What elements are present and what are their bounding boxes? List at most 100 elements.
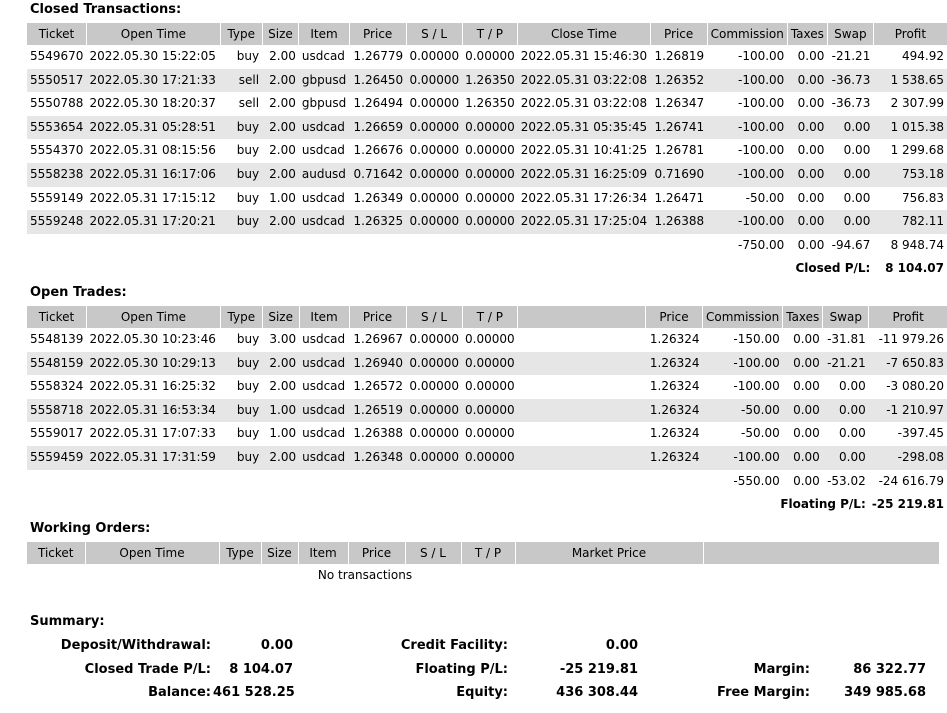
- table-cell: audusd: [298, 162, 350, 187]
- table-cell: 1.26741: [650, 115, 708, 140]
- column-header: Open Time: [85, 542, 220, 564]
- total-taxes: 0.00: [793, 473, 820, 488]
- column-header: T / P: [461, 542, 516, 564]
- table-cell: 0.00: [827, 115, 874, 140]
- table-cell: usdcad: [302, 426, 346, 441]
- table-cell: 756.83: [902, 190, 944, 205]
- column-header: T / P: [462, 23, 519, 45]
- table-row: 5559149 2022.05.31 17:15:12 buy 1.00 usdcad 1…: [27, 187, 947, 211]
- table-cell: 5558324: [30, 379, 84, 394]
- trade-report: Closed Transactions: Ticket Open Time Type…: [0, 0, 947, 713]
- table-cell: buy: [236, 190, 260, 205]
- total-swap: -53.02: [827, 473, 866, 488]
- table-cell: 1 538.65: [873, 68, 947, 93]
- table-cell: buy: [220, 115, 263, 140]
- table-cell: 1.26348: [349, 445, 407, 470]
- table-cell: 0.00: [787, 115, 828, 140]
- table-cell: 5550517: [27, 68, 87, 93]
- table-cell: 2022.05.31 15:46:30: [520, 49, 648, 63]
- table-cell: 2.00: [262, 115, 299, 140]
- table-cell: 0.00000: [465, 190, 515, 205]
- total-swap: -94.67: [831, 237, 871, 252]
- table-cell: buy: [236, 379, 260, 394]
- table-cell: -36.73: [827, 68, 874, 93]
- table-cell: usdcad: [301, 190, 345, 205]
- table-cell: 2.00: [262, 351, 300, 376]
- free-margin-value: 349 985.68: [844, 685, 926, 700]
- table-cell: 2.00: [269, 49, 296, 63]
- table-cell: 0.00: [822, 445, 869, 470]
- table-cell: 0.00000: [409, 379, 460, 394]
- table-cell: 5558718: [27, 398, 87, 423]
- column-header: Swap: [822, 306, 870, 328]
- table-cell: 0.00000: [465, 379, 515, 394]
- table-cell: 0.00000: [462, 398, 518, 423]
- table-cell: -150.00: [733, 332, 780, 346]
- table-cell: 0.00: [797, 49, 825, 63]
- table-cell: 5553654: [27, 115, 87, 140]
- table-cell: -36.73: [831, 96, 871, 111]
- table-cell: 5548139: [30, 332, 84, 346]
- column-header: [703, 542, 939, 564]
- column-header: Profit: [868, 306, 947, 328]
- working-orders-title: Working Orders:: [30, 521, 151, 536]
- table-cell: -50.00: [702, 398, 783, 423]
- table-cell: buy: [220, 210, 263, 234]
- table-cell: 0.00: [797, 190, 825, 205]
- closed-trade-pl-label: Closed Trade P/L:: [84, 662, 211, 677]
- table-cell: buy: [236, 49, 260, 63]
- table-cell: 1.26352: [650, 68, 708, 93]
- working-empty-row: No transactions: [27, 564, 939, 588]
- table-row: 5549670 2022.05.30 15:22:05 buy 2.00 usdcad 1…: [27, 45, 947, 69]
- table-row: 5558718 2022.05.31 16:53:34 buy 1.00 usdcad 1…: [27, 398, 947, 423]
- table-cell: 0.00000: [465, 332, 515, 346]
- table-cell: 0.00000: [406, 162, 463, 187]
- table-cell: 0.71690: [650, 162, 708, 187]
- floating-pl-summary-label: Floating P/L:: [415, 662, 508, 677]
- table-cell: 1.26388: [353, 426, 404, 441]
- column-header: Type: [220, 306, 263, 328]
- closed-trade-pl-value: 8 104.07: [229, 662, 293, 677]
- table-cell: 2022.05.30 18:20:37: [89, 96, 216, 111]
- totals-row: -550.00 0.00 -53.02 -24 616.79: [27, 470, 947, 494]
- column-header: Type: [219, 542, 262, 564]
- credit-facility-value: 0.00: [605, 638, 638, 653]
- table-cell: 5558238: [27, 162, 87, 187]
- table-cell: 1.26350: [462, 68, 518, 93]
- table-row: 5559248 2022.05.31 17:20:21 buy 2.00 usdcad 1…: [27, 210, 947, 234]
- working-orders-table: Ticket Open Time Type Size Item Price S / LT /…: [27, 542, 939, 588]
- table-cell: 0.00000: [409, 96, 460, 111]
- column-header: Price: [348, 542, 406, 564]
- column-header: Open Time: [86, 23, 221, 45]
- table-cell: sell: [238, 96, 260, 111]
- table-cell: 1.26324: [645, 351, 703, 376]
- table-cell: 2.00: [262, 162, 299, 187]
- table-cell: 1.00: [262, 398, 300, 423]
- table-cell: 0.00000: [409, 426, 460, 441]
- column-header: Ticket: [27, 306, 87, 328]
- table-cell: 1.26450: [349, 68, 407, 93]
- table-cell: -100.00: [737, 96, 785, 111]
- column-header: Open Time: [86, 306, 221, 328]
- table-cell: -21.21: [822, 351, 869, 376]
- table-cell: 1.00: [269, 426, 297, 441]
- table-cell: -100.00: [737, 143, 785, 158]
- column-header: Taxes: [782, 306, 824, 328]
- table-row: 5559459 2022.05.31 17:31:59 buy 2.00 usdcad 1…: [27, 445, 947, 470]
- table-cell: 2022.05.31 17:20:21: [86, 210, 221, 234]
- table-cell: 0.00: [793, 426, 820, 441]
- column-header: Item: [298, 23, 350, 45]
- table-cell: usdcad: [299, 351, 350, 376]
- table-cell: 1.26659: [349, 115, 407, 140]
- table-cell: 0.00000: [462, 445, 518, 470]
- totals-row: -750.00 0.00 -94.67 8 948.74: [27, 234, 947, 258]
- table-cell: 2022.05.30 10:29:13: [86, 351, 221, 376]
- table-cell: 2022.05.31 05:28:51: [86, 115, 221, 140]
- table-row: 5548159 2022.05.30 10:29:13 buy 2.00 usdcad 1…: [27, 351, 947, 376]
- table-cell: 1.26347: [654, 96, 705, 111]
- table-cell: 0.00000: [409, 49, 460, 63]
- column-header: Commission: [707, 23, 788, 45]
- column-header: S / L: [406, 306, 463, 328]
- table-cell: 2022.05.31 08:15:56: [89, 143, 216, 158]
- table-cell: 0.00: [839, 379, 866, 394]
